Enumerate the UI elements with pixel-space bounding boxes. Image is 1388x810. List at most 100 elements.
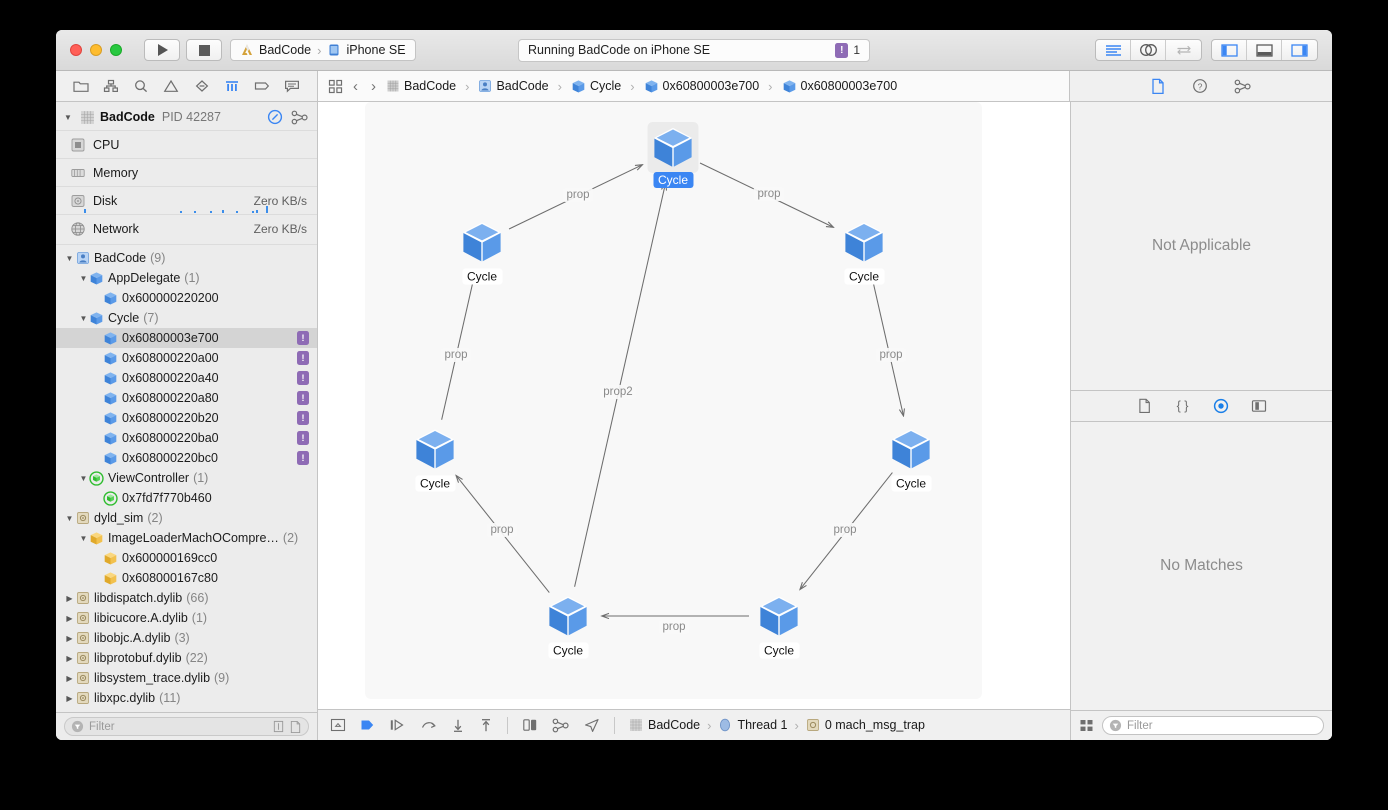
memory-graph-icon[interactable] — [552, 718, 570, 733]
tree-twisty[interactable]: ▶ — [64, 614, 75, 623]
tree-row[interactable]: ▶ libicucore.A.dylib (1) — [56, 608, 317, 628]
close-button[interactable] — [70, 44, 82, 56]
tree-row[interactable]: ▶ libobjc.A.dylib (3) — [56, 628, 317, 648]
graph-node[interactable]: Cycle — [756, 593, 803, 659]
step-over-icon[interactable] — [389, 718, 406, 732]
version-editor-button[interactable] — [1166, 40, 1201, 60]
media-library-icon[interactable] — [1251, 399, 1267, 413]
continue-icon[interactable] — [360, 718, 375, 732]
object-library-icon[interactable] — [1213, 398, 1229, 414]
search-icon[interactable] — [133, 79, 149, 93]
tree-twisty[interactable]: ▼ — [64, 254, 75, 263]
tree-row[interactable]: 0x608000220ba0! — [56, 428, 317, 448]
hide-debug-icon[interactable] — [330, 718, 346, 732]
gauge-row-network[interactable]: Network Zero KB/s — [56, 214, 317, 242]
memory-graph-editor[interactable]: prop prop prop prop prop prop prop prop2 Cycle C… — [318, 102, 1070, 740]
debug-crumb-process[interactable]: BadCode — [648, 718, 700, 732]
memory-graph-icon[interactable] — [291, 110, 309, 125]
grid-view-icon[interactable] — [1079, 718, 1094, 733]
tree-twisty[interactable]: ▼ — [78, 474, 89, 483]
tree-row[interactable]: 0x608000220a00! — [56, 348, 317, 368]
content-filter-icon[interactable] — [289, 720, 302, 734]
debug-crumb-frame[interactable]: 0 mach_msg_trap — [825, 718, 925, 732]
grid-icon[interactable] — [328, 79, 343, 94]
graph-node[interactable]: Cycle — [841, 219, 888, 285]
tree-twisty[interactable]: ▼ — [64, 514, 75, 523]
test-icon[interactable] — [194, 79, 210, 93]
gauge-row-memory[interactable]: Memory — [56, 158, 317, 186]
status-bar[interactable]: Running BadCode on iPhone SE ! 1 — [518, 38, 870, 62]
debug-crumb-thread[interactable]: Thread 1 — [737, 718, 787, 732]
run-button[interactable] — [144, 39, 180, 61]
graph-node[interactable]: Cycle — [459, 219, 506, 285]
inspector-toggle-button[interactable] — [1282, 40, 1317, 60]
memory-object-tree[interactable]: ▼ BadCode (9) ▼ AppDelegate (1) 0x600000220200… — [56, 244, 317, 712]
tree-row[interactable]: 0x60800003e700! — [56, 328, 317, 348]
tree-twisty[interactable]: ▶ — [64, 634, 75, 643]
gauge-icon[interactable] — [267, 109, 283, 125]
report-icon[interactable] — [284, 79, 300, 93]
breadcrumb-item-project[interactable]: BadCode — [386, 79, 456, 93]
breakpoint-icon[interactable] — [254, 79, 270, 93]
tree-twisty[interactable]: ▼ — [78, 534, 89, 543]
file-inspector-icon[interactable] — [1150, 78, 1166, 95]
navigator-toggle-button[interactable] — [1212, 40, 1247, 60]
leaks-filter-icon[interactable] — [272, 720, 285, 733]
view-hierarchy-icon[interactable] — [522, 718, 538, 732]
tree-row[interactable]: ▼ BadCode (9) — [56, 248, 317, 268]
tree-row[interactable]: ▼ AppDelegate (1) — [56, 268, 317, 288]
warning-icon[interactable] — [163, 79, 179, 93]
step-out-icon[interactable] — [451, 718, 465, 733]
debug-icon[interactable] — [224, 79, 240, 93]
tree-row[interactable]: ▶ libdispatch.dylib (66) — [56, 588, 317, 608]
tree-row[interactable]: 0x608000220a40! — [56, 368, 317, 388]
tree-row[interactable]: ▼ ImageLoaderMachOCompre… (2) — [56, 528, 317, 548]
zoom-button[interactable] — [110, 44, 122, 56]
scheme-selector[interactable]: BadCode › iPhone SE — [230, 39, 416, 61]
step-up-icon[interactable] — [479, 718, 493, 733]
gauge-row-cpu[interactable]: CPU — [56, 130, 317, 158]
breadcrumb-item-instance[interactable]: 0x60800003e700 — [644, 79, 759, 94]
tree-row[interactable]: 0x608000167c80 — [56, 568, 317, 588]
minimize-button[interactable] — [90, 44, 102, 56]
tree-row[interactable]: 0x608000220b20! — [56, 408, 317, 428]
step-into-icon[interactable] — [420, 718, 437, 732]
tree-twisty[interactable]: ▶ — [64, 674, 75, 683]
tree-row[interactable]: ▼ dyld_sim (2) — [56, 508, 317, 528]
assistant-editor-button[interactable] — [1131, 40, 1166, 60]
stop-button[interactable] — [186, 39, 222, 61]
tree-row[interactable]: 0x608000220bc0! — [56, 448, 317, 468]
graph-node[interactable]: Cycle — [647, 122, 699, 188]
gauge-row-disk[interactable]: Disk Zero KB/s — [56, 186, 317, 214]
location-icon[interactable] — [584, 718, 600, 733]
tree-row[interactable]: 0x7fd7f770b460 — [56, 488, 317, 508]
tree-row[interactable]: ▶ libxpc.dylib (11) — [56, 688, 317, 708]
tree-twisty[interactable]: ▼ — [78, 314, 89, 323]
breadcrumb-item-current[interactable]: 0x60800003e700 — [782, 79, 897, 94]
library-filter-field[interactable]: Filter — [1102, 716, 1324, 735]
tree-row[interactable]: ▼ Cycle (7) — [56, 308, 317, 328]
process-row[interactable]: ▼ BadCode PID 42287 — [56, 106, 317, 130]
folder-icon[interactable] — [73, 79, 89, 93]
debug-area-toggle-button[interactable] — [1247, 40, 1282, 60]
tree-twisty[interactable]: ▶ — [64, 694, 75, 703]
quick-help-icon[interactable]: ? — [1192, 78, 1208, 94]
breadcrumb-forward-button[interactable]: › — [368, 78, 379, 95]
breadcrumb-item-class[interactable]: Cycle — [571, 79, 621, 94]
code-snippet-icon[interactable]: { } — [1174, 398, 1191, 414]
standard-editor-button[interactable] — [1096, 40, 1131, 60]
breadcrumb-back-button[interactable]: ‹ — [350, 78, 361, 95]
graph-node[interactable]: Cycle — [545, 593, 592, 659]
tree-twisty[interactable]: ▶ — [64, 594, 75, 603]
process-twisty[interactable]: ▼ — [64, 113, 75, 122]
memory-graph-canvas[interactable]: prop prop prop prop prop prop prop prop2 Cycle C… — [365, 102, 982, 699]
tree-row[interactable]: ▶ libprotobuf.dylib (22) — [56, 648, 317, 668]
file-template-icon[interactable] — [1137, 398, 1152, 414]
breadcrumb-item-process[interactable]: BadCode — [478, 79, 549, 93]
tree-row[interactable]: 0x600000169cc0 — [56, 548, 317, 568]
tree-twisty[interactable]: ▼ — [78, 274, 89, 283]
tree-row[interactable]: ▼ ViewController (1) — [56, 468, 317, 488]
graph-node[interactable]: Cycle — [888, 426, 935, 492]
tree-row[interactable]: 0x608000220a80! — [56, 388, 317, 408]
navigator-filter-field[interactable]: Filter — [64, 717, 309, 736]
